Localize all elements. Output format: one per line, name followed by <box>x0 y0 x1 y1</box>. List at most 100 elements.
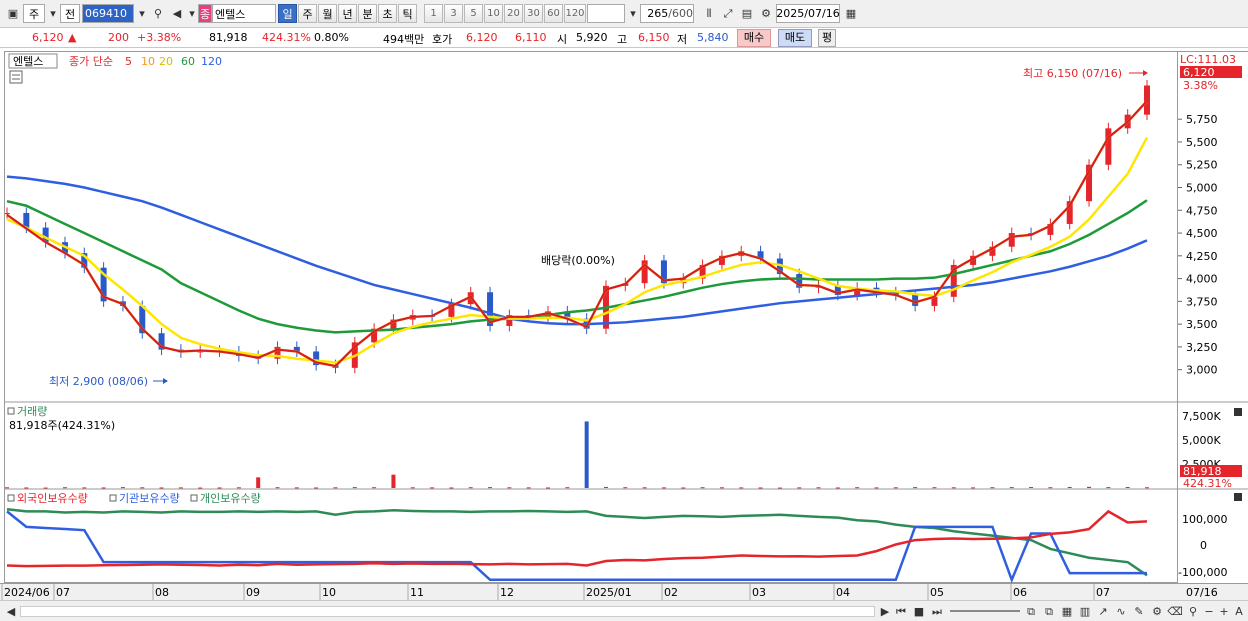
forward-icon[interactable]: ⏭ <box>928 602 946 621</box>
volume-bar <box>5 487 9 489</box>
font-icon[interactable]: A <box>1230 602 1248 621</box>
interval-60-button[interactable]: 60 <box>544 4 563 23</box>
volume-bar <box>294 487 299 489</box>
chevron-down-icon[interactable]: ▾ <box>627 4 639 23</box>
interval-3-button[interactable]: 3 <box>444 4 463 23</box>
ask-label: 호가 <box>432 33 453 46</box>
chevron-down-icon[interactable]: ▾ <box>187 4 197 23</box>
save-icon[interactable]: ▤ <box>738 4 756 23</box>
wave-icon[interactable]: ∿ <box>1112 602 1130 621</box>
pencil-icon[interactable]: ✎ <box>1130 602 1148 621</box>
rewind-icon[interactable]: ⏮ <box>892 602 910 621</box>
volume-bar <box>951 487 956 489</box>
volume-bar <box>700 487 705 489</box>
stock-type-badge: 종 <box>198 4 212 23</box>
price-tick: 3,250 <box>1186 341 1218 354</box>
price-tick: 5,750 <box>1186 113 1218 126</box>
period-year-button[interactable]: 년 <box>338 4 357 23</box>
trade-amount: 494백만 <box>383 33 425 46</box>
bid-price: 6,110 <box>515 31 547 44</box>
market-select[interactable]: 주 <box>23 4 45 23</box>
price-tick: 5,500 <box>1186 136 1218 149</box>
grid-icon[interactable]: ▦ <box>1058 602 1076 621</box>
change-amount: 200 <box>108 31 129 44</box>
zoom-slider[interactable] <box>950 610 1020 612</box>
open-price: 5,920 <box>576 31 608 44</box>
volume-panel-close-icon[interactable] <box>1234 408 1242 416</box>
price-tick: 4,250 <box>1186 250 1218 263</box>
search-icon[interactable]: ⚲ <box>149 4 167 23</box>
sma20-line <box>6 136 1149 364</box>
volume-bar <box>855 487 860 489</box>
period-week-button[interactable]: 주 <box>298 4 317 23</box>
eraser-icon[interactable]: ⌫ <box>1166 602 1184 621</box>
holdings-tick-2: 0 <box>1200 539 1207 552</box>
volume-bar <box>932 487 937 489</box>
volume-bar <box>256 477 261 488</box>
scroll-left-icon[interactable]: ◀ <box>2 602 20 621</box>
layout-icon[interactable]: ⧉ <box>1040 602 1058 621</box>
high-annotation: 최고 6,150 (07/16) <box>1023 67 1122 80</box>
interval-10-button[interactable]: 10 <box>484 4 503 23</box>
ask-price: 6,120 <box>466 31 498 44</box>
date-label: 02 <box>664 586 678 599</box>
period-day-button[interactable]: 일 <box>278 4 297 23</box>
trend-icon[interactable]: ↗ <box>1094 602 1112 621</box>
interval-20-button[interactable]: 20 <box>504 4 523 23</box>
chevron-down-icon[interactable]: ▾ <box>47 4 59 23</box>
gear-icon[interactable]: ⚙ <box>757 4 775 23</box>
horizontal-scrollbar[interactable] <box>20 606 875 617</box>
interval-30-button[interactable]: 30 <box>524 4 543 23</box>
calculator-icon[interactable] <box>9 70 23 84</box>
volume-bar <box>971 487 976 489</box>
volume-bar <box>178 487 183 489</box>
sell-button[interactable]: 매도 <box>778 29 812 47</box>
chart-area[interactable]: 엔텔스 종가 단순 5 10 20 60 120 최고 6,150 (07/16… <box>4 51 1179 584</box>
candle-body <box>4 213 10 215</box>
holdings-panel-close-icon[interactable] <box>1234 493 1242 501</box>
gear-icon[interactable]: ⚙ <box>1148 602 1166 621</box>
volume-panel-title: 거래량 <box>17 405 47 418</box>
calendar-icon[interactable]: ▦ <box>842 4 860 23</box>
period-month-button[interactable]: 월 <box>318 4 337 23</box>
draw-tool-icon[interactable]: ⤢ <box>719 4 737 23</box>
date-input[interactable]: 2025/07/16 <box>776 4 840 23</box>
custom-interval-select[interactable] <box>587 4 625 23</box>
date-label: 12 <box>500 586 514 599</box>
interval-5-button[interactable]: 5 <box>464 4 483 23</box>
stop-icon[interactable]: ■ <box>910 602 928 621</box>
data-count-field[interactable]: 265/600 <box>640 4 694 23</box>
stock-name-field[interactable]: 엔텔스 <box>212 4 276 23</box>
chart-svg[interactable]: 엔텔스 종가 단순 5 10 20 60 120 최고 6,150 (07/16… <box>4 52 1179 584</box>
interval-120-button[interactable]: 120 <box>564 4 586 23</box>
buy-button[interactable]: 매수 <box>737 29 771 47</box>
volume-bar <box>546 487 551 489</box>
period-second-button[interactable]: 초 <box>378 4 397 23</box>
volume-bar <box>372 487 377 489</box>
volume-bar <box>198 487 203 489</box>
period-tick-button[interactable]: 틱 <box>398 4 417 23</box>
volume-ratio: 424.31% <box>262 31 311 44</box>
speaker-icon[interactable]: ◀ <box>168 4 186 23</box>
period-minute-button[interactable]: 분 <box>358 4 377 23</box>
interval-1-button[interactable]: 1 <box>424 4 443 23</box>
volume-bar <box>488 487 493 489</box>
chevron-down-icon[interactable]: ▾ <box>136 4 148 23</box>
split-icon[interactable]: ▥ <box>1076 602 1094 621</box>
date-label: 11 <box>410 586 424 599</box>
candle-icon[interactable]: ⫴ <box>700 4 718 23</box>
copy-icon[interactable]: ⧉ <box>1022 602 1040 621</box>
stock-code-input[interactable]: 069410 <box>82 4 134 23</box>
legend-ma20: 20 <box>159 55 173 68</box>
volume-bar <box>681 487 686 489</box>
sma5-line <box>6 100 1148 368</box>
institution-holdings-label: 기관보유수량 <box>119 492 180 505</box>
volume-bar <box>468 487 473 489</box>
price-tick: 4,500 <box>1186 227 1218 240</box>
window-icon[interactable]: ▣ <box>4 4 22 23</box>
volume-bar <box>449 487 454 489</box>
prefix-select[interactable]: 전 <box>60 4 80 23</box>
price-tick: 4,000 <box>1186 273 1218 286</box>
evaluate-button[interactable]: 평 <box>818 29 836 47</box>
legend-ma10: 10 <box>141 55 155 68</box>
